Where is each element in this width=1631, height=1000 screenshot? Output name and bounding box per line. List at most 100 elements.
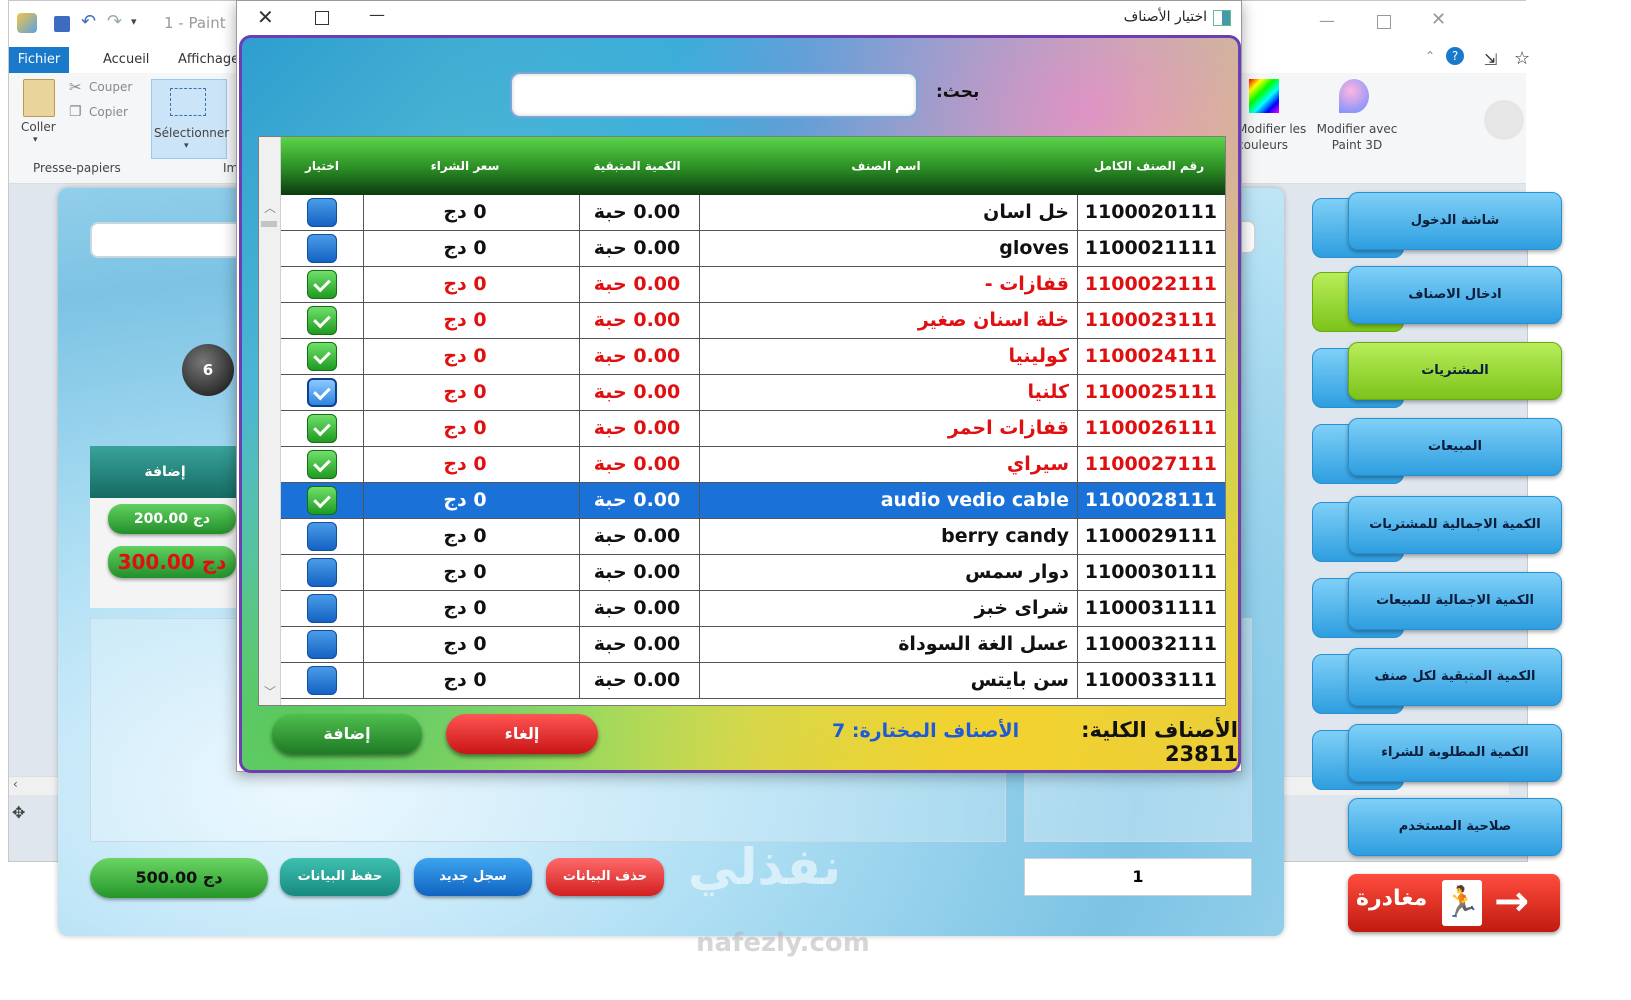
nav-user-permissions[interactable]: صلاحية المستخدم [1348,798,1562,856]
row-code: 1100029111 [1084,525,1217,547]
row-qty: 0.00 حبة [593,669,681,691]
paint3d-button[interactable]: Modifier avec Paint 3D [1315,121,1399,153]
paste-dropdown-icon[interactable]: ▾ [33,135,38,145]
counter-field[interactable]: 1 [1024,858,1252,896]
col-header-qty[interactable]: الكمية المتبقية [581,137,693,195]
save-icon[interactable] [54,16,70,32]
copy-button[interactable]: Copier [89,105,128,119]
selected-items-label: الأصناف المختارة: [851,720,1020,742]
row-code: 1100026111 [1084,417,1217,439]
table-row[interactable]: 0 دج 0.00 حبة gloves 1100021111 [281,231,1225,267]
delete-data-button[interactable]: حذف البيانات [546,858,664,896]
row-price: 0 دج [443,273,487,295]
nav-total-sales[interactable]: الكمية الاجمالية للمبيعات [1348,572,1562,630]
star-icon[interactable]: ☆ [1514,48,1530,69]
dialog-minimize-icon[interactable]: — [369,5,385,24]
row-select-checkbox[interactable] [307,450,337,479]
row-select-checkbox[interactable] [307,486,337,515]
table-row[interactable]: 0 دج 0.00 حبة قفازات احمر 1100026111 [281,411,1225,447]
nav-purchases[interactable]: المشتريات [1348,342,1562,400]
grid-vscrollbar[interactable]: ︿ ﹀ [259,137,281,705]
table-row[interactable]: 0 دج 0.00 حبة audio vedio cable 1100028111 [281,483,1225,519]
nav-required-qty[interactable]: الكمية المطلوبة للشراء [1348,724,1562,782]
row-select-checkbox[interactable] [307,630,337,659]
col-header-name[interactable]: اسم الصنف [703,137,1069,195]
dialog-title-bar: ✕ — اختيار الأصناف [237,1,1241,35]
nav-login-screen[interactable]: شاشة الدخول [1348,192,1562,250]
redo-icon[interactable]: ↷ [107,11,122,32]
undo-icon[interactable]: ↶ [81,11,96,32]
row-qty: 0.00 حبة [593,345,681,367]
nav-sales[interactable]: المبيعات [1348,418,1562,476]
row-select-checkbox[interactable] [307,522,337,551]
table-row[interactable]: 0 دج 0.00 حبة شراى خبز 1100031111 [281,591,1225,627]
menu-accueil[interactable]: Accueil [91,47,161,73]
scissors-icon[interactable]: ✂ [69,78,82,96]
row-select-checkbox[interactable] [307,270,337,299]
nav-items-entry[interactable]: ادخال الاصناف [1348,266,1562,324]
edit-colors-icon[interactable] [1249,79,1279,113]
paint-title: 1 - Paint [164,14,226,32]
browser-toolbar-fragment: ☆ ⇲ [1484,0,1631,200]
table-row[interactable]: 0 دج 0.00 حبة كلنيا 1100025111 [281,375,1225,411]
row-select-checkbox[interactable] [307,594,337,623]
paste-icon[interactable] [23,79,55,117]
table-row[interactable]: 0 دج 0.00 حبة سيراي 1100027111 [281,447,1225,483]
arrow-right-icon: → [1494,876,1530,925]
table-row[interactable]: 0 دج 0.00 حبة berry candy 1100029111 [281,519,1225,555]
col-header-price[interactable]: سعر الشراء [365,137,565,195]
save-data-button[interactable]: حفظ البيانات [280,858,400,896]
row-select-checkbox[interactable] [307,342,337,371]
table-row[interactable]: 0 دج 0.00 حبة كولينيا 1100024111 [281,339,1225,375]
messenger-icon[interactable] [1484,100,1524,140]
dialog-maximize-icon[interactable] [315,11,329,25]
select-tool[interactable]: Sélectionner ▾ [151,79,229,159]
scroll-left-icon[interactable]: ‹ [13,777,18,791]
table-row[interactable]: 0 دج 0.00 حبة خل اسان 1100020111 [281,195,1225,231]
close-icon[interactable]: ✕ [1431,9,1446,30]
paint3d-icon[interactable] [1339,79,1369,113]
dialog-close-icon[interactable]: ✕ [257,5,274,29]
quick-access-dropdown-icon[interactable]: ▾ [131,15,137,28]
total-items-count: الأصناف الكلية: 23811 [1018,718,1238,766]
collapse-ribbon-icon[interactable]: ⌃ [1425,49,1435,63]
maximize-icon[interactable] [1377,15,1391,29]
minimize-icon[interactable]: — [1319,11,1335,30]
row-select-checkbox[interactable] [307,666,337,695]
scroll-down-icon[interactable]: ﹀ [264,683,276,700]
cut-button[interactable]: Couper [89,80,132,94]
exit-button[interactable]: مغادرة 🏃 → [1348,874,1560,932]
help-icon[interactable]: ? [1446,47,1464,65]
move-icon: ✥ [12,803,26,822]
menu-fichier[interactable]: Fichier [9,47,69,73]
dialog-cancel-button[interactable]: إلغاء [446,714,598,754]
row-code: 1100020111 [1084,201,1217,223]
scroll-up-icon[interactable]: ︿ [264,199,276,216]
col-header-code[interactable]: رقم الصنف الكامل [1081,137,1217,195]
nav-remaining-qty[interactable]: الكمية المتبقية لكل صنف [1348,648,1562,706]
download-icon[interactable]: ⇲ [1484,50,1497,69]
row-select-checkbox[interactable] [307,198,337,227]
scroll-thumb[interactable] [261,221,277,227]
row-name: سن بايتس [970,669,1069,691]
nav-total-purchases[interactable]: الكمية الاجمالية للمشتريات [1348,496,1562,554]
table-row[interactable]: 0 دج 0.00 حبة عسل الغة السوداة 1100032111 [281,627,1225,663]
paste-button[interactable]: Coller [21,120,56,134]
row-name: شراى خبز [974,597,1069,619]
copy-icon[interactable]: ❐ [69,104,82,120]
row-select-checkbox[interactable] [307,306,337,335]
row-select-checkbox[interactable] [307,378,337,407]
dialog-body: بحث: ︿ ﹀ رقم الصنف الكامل اسم الصنف الكم… [239,35,1241,773]
new-record-button[interactable]: سجل جديد [414,858,532,896]
row-select-checkbox[interactable] [307,234,337,263]
table-row[interactable]: 0 دج 0.00 حبة دوار سمس 1100030111 [281,555,1225,591]
search-input[interactable] [510,72,918,118]
col-header-select[interactable]: اختيار [281,137,363,195]
edit-colors-button[interactable]: Modifier les couleurs [1237,121,1307,153]
row-select-checkbox[interactable] [307,414,337,443]
dialog-add-button[interactable]: إضافة [272,714,422,754]
table-row[interactable]: 0 دج 0.00 حبة سن بايتس 1100033111 [281,663,1225,699]
row-select-checkbox[interactable] [307,558,337,587]
table-row[interactable]: 0 دج 0.00 حبة قفازات - 1100022111 [281,267,1225,303]
table-row[interactable]: 0 دج 0.00 حبة خلة اسنان صغير 1100023111 [281,303,1225,339]
